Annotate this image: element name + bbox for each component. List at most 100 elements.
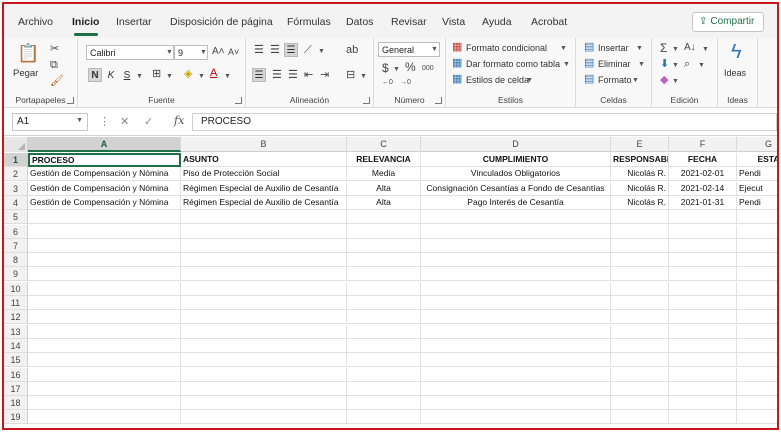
tab-acrobat[interactable]: Acrobat: [531, 16, 567, 28]
column-header-f[interactable]: F: [669, 137, 737, 152]
cell-c1[interactable]: RELEVANCIA: [347, 153, 421, 167]
cell-f12[interactable]: [669, 310, 737, 325]
tab-vista[interactable]: Vista: [442, 16, 465, 28]
tab-ayuda[interactable]: Ayuda: [482, 16, 512, 28]
cell-e10[interactable]: [611, 281, 669, 296]
font-color-icon[interactable]: A: [210, 68, 217, 79]
align-middle-icon[interactable]: ☰: [270, 45, 280, 56]
cell-d12[interactable]: [421, 310, 611, 325]
align-center-icon[interactable]: ☰: [272, 70, 282, 81]
copy-icon[interactable]: ⧉: [50, 60, 58, 71]
sheet-grid[interactable]: ABCDEFG 1 PROCESO ASUNTO RELEVANCIA CUMPLIMI…: [4, 137, 777, 428]
cell-c3[interactable]: Alta: [347, 181, 421, 196]
cell-styles-button[interactable]: Estilos de celda: [466, 75, 529, 85]
cell-d6[interactable]: [421, 224, 611, 239]
cell-b6[interactable]: [181, 224, 347, 239]
find-select-icon[interactable]: ⌕: [684, 59, 690, 70]
tab-formulas[interactable]: Fórmulas: [287, 16, 331, 28]
cell-b12[interactable]: [181, 310, 347, 325]
cell-e14[interactable]: [611, 338, 669, 353]
cell-d8[interactable]: [421, 253, 611, 268]
cell-b16[interactable]: [181, 367, 347, 382]
select-all-button[interactable]: [4, 137, 28, 152]
cell-f14[interactable]: [669, 338, 737, 353]
cell-c14[interactable]: [347, 338, 421, 353]
cell-g11[interactable]: [737, 296, 777, 310]
italic-button[interactable]: K: [104, 68, 118, 82]
cell-g15[interactable]: [737, 353, 777, 368]
cell-g13[interactable]: [737, 325, 777, 339]
cell-b11[interactable]: [181, 296, 347, 310]
cell-a9[interactable]: [28, 267, 181, 282]
cell-c18[interactable]: [347, 396, 421, 411]
cell-b3[interactable]: Régimen Especial de Auxilio de Cesantía: [181, 181, 347, 196]
row-header-12[interactable]: 12: [4, 310, 28, 325]
cell-f4[interactable]: 2021-01-31: [669, 195, 737, 210]
borders-icon[interactable]: ⊞: [152, 69, 161, 80]
align-left-icon[interactable]: ☰: [252, 68, 266, 82]
cell-e13[interactable]: [611, 324, 669, 339]
cell-c10[interactable]: [347, 281, 421, 296]
cell-a16[interactable]: [28, 367, 181, 382]
cell-e17[interactable]: [611, 381, 669, 396]
cell-g1[interactable]: ESTA: [737, 153, 777, 167]
cell-f18[interactable]: [669, 396, 737, 411]
alignment-launcher-icon[interactable]: [363, 97, 370, 104]
cell-d17[interactable]: [421, 381, 611, 396]
cell-c7[interactable]: [347, 238, 421, 253]
cell-f1[interactable]: FECHA: [669, 153, 737, 167]
cell-f2[interactable]: 2021-02-01: [669, 167, 737, 182]
tab-revisar[interactable]: Revisar: [391, 16, 427, 28]
cell-g16[interactable]: [737, 368, 777, 382]
cell-c2[interactable]: Media: [347, 167, 421, 182]
cell-b18[interactable]: [181, 396, 347, 411]
format-button[interactable]: Formato: [598, 75, 632, 85]
cell-a3[interactable]: Gestión de Compensación y Nómina: [28, 181, 181, 196]
cell-g12[interactable]: [737, 310, 777, 325]
cell-g19[interactable]: [737, 410, 777, 425]
row-header-4[interactable]: 4: [4, 195, 28, 210]
cell-b5[interactable]: [181, 210, 347, 225]
tab-archivo[interactable]: Archivo: [18, 16, 53, 28]
cell-f9[interactable]: [669, 267, 737, 282]
cell-c12[interactable]: [347, 310, 421, 325]
insert-function-icon[interactable]: fx: [174, 114, 184, 127]
cell-b4[interactable]: Régimen Especial de Auxilio de Cesantía: [181, 195, 347, 210]
cell-e4[interactable]: Nicolás R.: [611, 195, 669, 210]
cell-c9[interactable]: [347, 267, 421, 282]
cell-e15[interactable]: [611, 353, 669, 368]
cell-f10[interactable]: [669, 281, 737, 296]
cell-b2[interactable]: Piso de Protección Social: [181, 167, 347, 182]
comma-style-icon[interactable]: 000: [422, 65, 434, 72]
cell-d13[interactable]: [421, 324, 611, 339]
cell-g9[interactable]: [737, 267, 777, 282]
cell-e3[interactable]: Nicolás R.: [611, 181, 669, 196]
cell-c11[interactable]: [347, 296, 421, 310]
sort-filter-icon[interactable]: A↓: [684, 43, 696, 53]
clipboard-launcher-icon[interactable]: [67, 97, 74, 104]
tab-datos[interactable]: Datos: [346, 16, 373, 28]
currency-icon[interactable]: $: [382, 62, 389, 74]
cell-f16[interactable]: [669, 367, 737, 382]
align-top-icon[interactable]: ☰: [254, 45, 264, 56]
row-header-1[interactable]: 1: [4, 153, 28, 167]
increase-font-icon[interactable]: A˄: [212, 47, 225, 57]
cell-a13[interactable]: [28, 324, 181, 339]
cell-a15[interactable]: [28, 353, 181, 368]
wrap-text-icon[interactable]: ab: [346, 45, 358, 56]
row-header-11[interactable]: 11: [4, 296, 28, 310]
cell-e11[interactable]: [611, 296, 669, 310]
cell-g3[interactable]: Ejecut: [737, 182, 777, 196]
cell-d11[interactable]: [421, 296, 611, 310]
cell-d16[interactable]: [421, 367, 611, 382]
column-header-e[interactable]: E: [611, 137, 669, 152]
number-launcher-icon[interactable]: [435, 97, 442, 104]
cell-a10[interactable]: [28, 281, 181, 296]
cell-a18[interactable]: [28, 396, 181, 411]
cell-a12[interactable]: [28, 310, 181, 325]
cell-e18[interactable]: [611, 396, 669, 411]
name-box[interactable]: A1 ▼: [12, 113, 88, 131]
cell-d9[interactable]: [421, 267, 611, 282]
cell-g6[interactable]: [737, 225, 777, 239]
cell-f7[interactable]: [669, 238, 737, 253]
